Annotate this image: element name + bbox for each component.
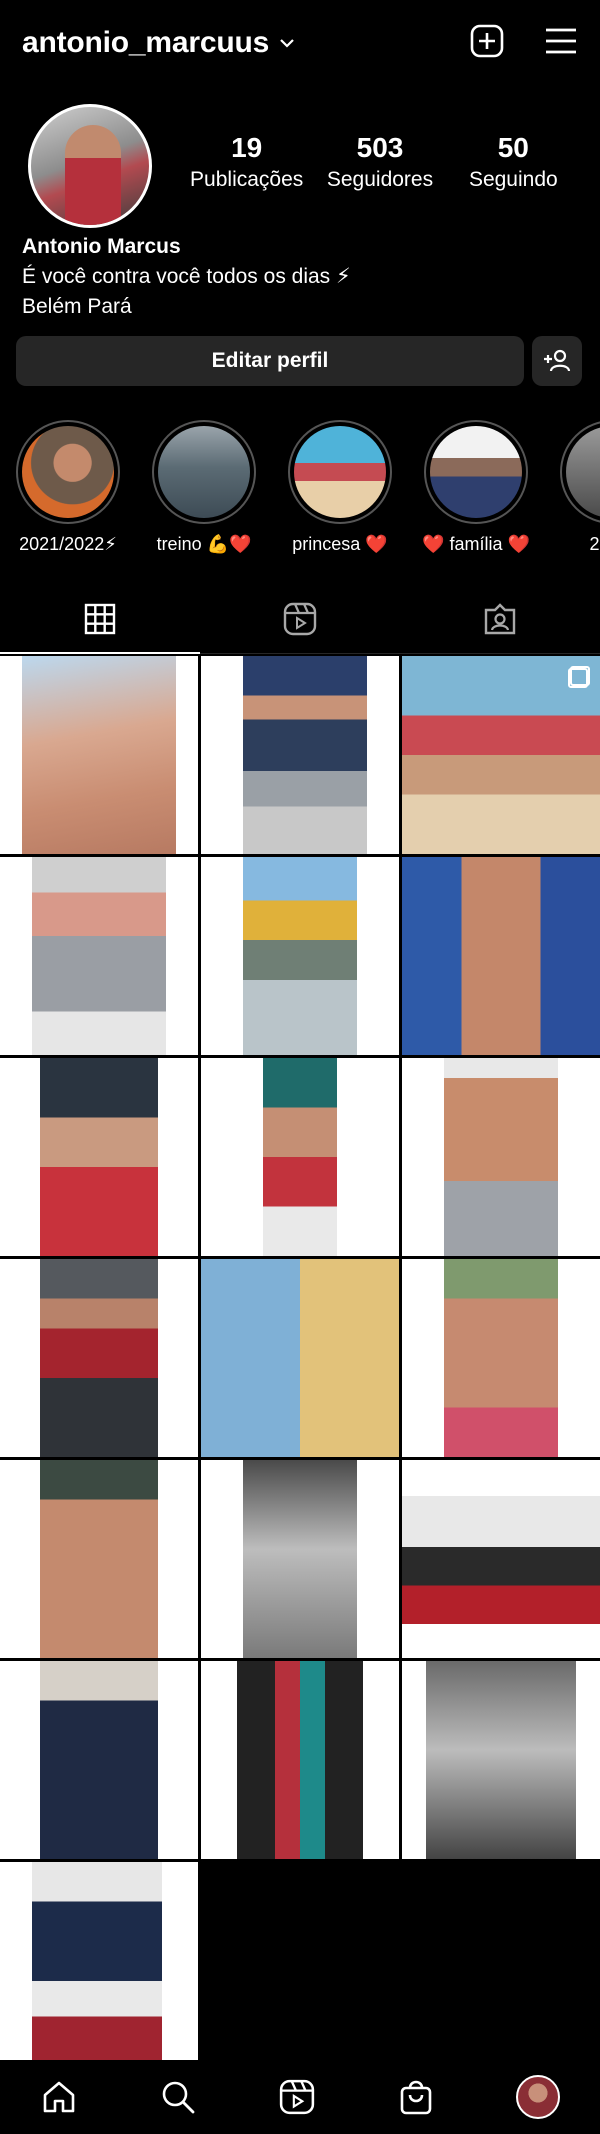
add-user-icon xyxy=(544,349,571,372)
search-icon xyxy=(162,2081,195,2114)
stat-value: 503 xyxy=(356,132,404,163)
chevron-down-icon[interactable] xyxy=(279,36,295,54)
post-thumbnail[interactable] xyxy=(0,656,198,854)
tab-tagged[interactable] xyxy=(400,584,600,653)
post-thumbnail[interactable] xyxy=(201,1460,399,1658)
top-bar: antonio_marcuus xyxy=(0,0,600,86)
post-thumbnail[interactable] xyxy=(201,656,399,854)
post-thumbnail[interactable] xyxy=(0,1661,198,1859)
tab-reels[interactable] xyxy=(200,584,400,653)
bio-text: É você contra você todos os dias ⚡ xyxy=(22,265,351,288)
highlight-label: ❤️ família ❤️ xyxy=(422,534,530,554)
stat-label: Seguidores xyxy=(326,168,434,191)
nav-search[interactable] xyxy=(159,2078,197,2116)
nav-profile-avatar[interactable] xyxy=(515,2075,560,2119)
reels-icon xyxy=(283,602,317,635)
edit-profile-button[interactable]: Editar perfil xyxy=(16,336,524,386)
tagged-icon xyxy=(484,602,516,634)
stat-label: Publicações xyxy=(190,168,304,191)
posts-grid xyxy=(0,656,600,2060)
highlight-item[interactable]: 2020/ xyxy=(544,420,600,555)
profile-stats: 19 Publicações 503 Seguidores 50 Seguind… xyxy=(180,132,580,192)
nav-reels[interactable] xyxy=(278,2078,316,2116)
highlight-label: princesa ❤️ xyxy=(292,534,388,554)
highlight-item[interactable]: treino 💪❤️ xyxy=(136,420,272,555)
stat-value: 50 xyxy=(497,132,529,163)
stat-posts[interactable]: 19 Publicações xyxy=(180,132,313,192)
discover-people-button[interactable] xyxy=(532,336,582,386)
profile-tabs xyxy=(0,584,600,654)
highlight-label: treino 💪❤️ xyxy=(156,534,252,554)
bio-location: Belém Pará xyxy=(22,295,132,318)
post-thumbnail[interactable] xyxy=(0,1259,198,1457)
new-post-button[interactable] xyxy=(468,22,506,60)
stat-value: 19 xyxy=(231,132,263,163)
highlight-item[interactable]: 2021/2022⚡ xyxy=(0,420,136,555)
post-thumbnail[interactable] xyxy=(402,1460,600,1658)
nav-shop[interactable] xyxy=(397,2078,435,2116)
profile-name: Antonio Marcus xyxy=(22,235,181,258)
nav-home[interactable] xyxy=(40,2078,78,2116)
plus-square-icon xyxy=(470,24,504,58)
grid-icon xyxy=(84,603,116,634)
post-thumbnail[interactable] xyxy=(0,857,198,1055)
highlight-item[interactable]: princesa ❤️ xyxy=(272,420,408,555)
highlight-item[interactable]: ❤️ família ❤️ xyxy=(408,420,544,555)
post-thumbnail[interactable] xyxy=(402,1259,600,1457)
home-icon xyxy=(44,2081,75,2113)
post-thumbnail[interactable] xyxy=(0,1460,198,1658)
stat-label: Seguindo xyxy=(468,168,558,191)
profile-bio: Antonio Marcus É você contra você todos … xyxy=(22,232,351,322)
post-thumbnail[interactable] xyxy=(402,656,600,854)
shop-bag-icon xyxy=(400,2080,432,2115)
post-thumbnail[interactable] xyxy=(402,857,600,1055)
bottom-navigation xyxy=(0,2060,600,2134)
profile-username[interactable]: antonio_marcuus xyxy=(22,26,269,60)
menu-button[interactable] xyxy=(542,22,580,60)
stat-followers[interactable]: 503 Seguidores xyxy=(313,132,446,192)
highlight-label: 2020/ xyxy=(589,534,600,554)
carousel-icon xyxy=(568,666,590,688)
tab-posts-grid[interactable] xyxy=(0,584,200,654)
story-highlights: 2021/2022⚡ treino 💪❤️ princesa ❤️ ❤️ fam… xyxy=(0,420,600,560)
post-thumbnail[interactable] xyxy=(0,1862,198,2060)
post-thumbnail[interactable] xyxy=(201,1661,399,1859)
post-thumbnail[interactable] xyxy=(402,1058,600,1256)
post-thumbnail[interactable] xyxy=(201,1259,399,1457)
profile-avatar[interactable] xyxy=(28,104,152,228)
post-thumbnail[interactable] xyxy=(0,1058,198,1256)
highlight-label: 2021/2022⚡ xyxy=(19,534,117,554)
reels-icon xyxy=(279,2079,315,2115)
post-thumbnail[interactable] xyxy=(201,1058,399,1256)
post-thumbnail[interactable] xyxy=(402,1661,600,1859)
post-thumbnail[interactable] xyxy=(201,857,399,1055)
hamburger-icon xyxy=(546,28,576,54)
stat-following[interactable]: 50 Seguindo xyxy=(447,132,580,192)
